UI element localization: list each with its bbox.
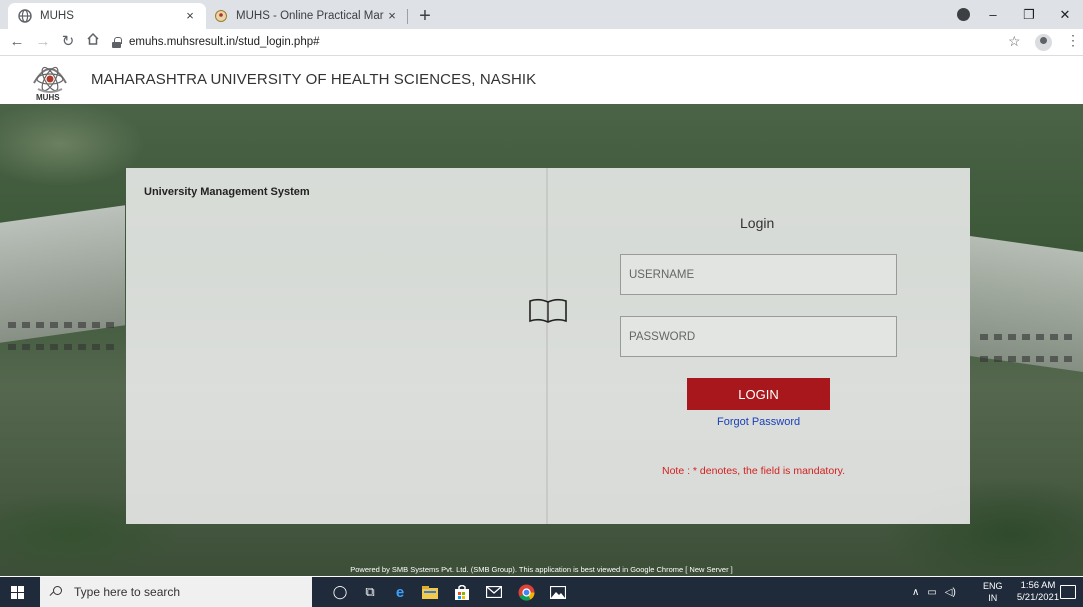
cortana-icon[interactable]: ◯ (330, 582, 350, 602)
bookmark-star-icon[interactable]: ☆ (1008, 33, 1021, 50)
building-right (970, 236, 1083, 372)
url-text: emuhs.muhsresult.in/stud_login.php# (129, 36, 320, 48)
forward-arrow-icon[interactable]: → (32, 31, 54, 53)
chrome-profile-icon[interactable] (957, 8, 970, 21)
edge-icon[interactable]: e (390, 582, 410, 602)
windows-start-icon[interactable] (11, 586, 24, 599)
username-input[interactable] (620, 254, 897, 295)
building-windows (980, 356, 1075, 362)
tab-muhs[interactable]: MUHS × (8, 3, 206, 29)
volume-icon[interactable]: ◁) (945, 587, 956, 598)
store-icon[interactable] (452, 582, 472, 602)
maximize-button[interactable]: ❐ (1011, 7, 1047, 23)
powered-by-text: Powered by SMB Systems Pvt. Ltd. (SMB Gr… (350, 565, 733, 574)
system-name: University Management System (144, 186, 310, 198)
password-input[interactable] (620, 316, 897, 357)
chrome-icon[interactable] (516, 582, 536, 602)
language-code: ENG (983, 581, 1003, 591)
building-windows (8, 344, 118, 350)
home-icon[interactable] (82, 31, 104, 53)
taskbar-search[interactable]: Type here to search (40, 577, 312, 607)
more-menu-icon[interactable]: ⋮ (1066, 32, 1080, 49)
browser-tab-strip: MUHS × MUHS - Online Practical Marks S ×… (0, 0, 1083, 29)
windows-taskbar: Type here to search ◯ ⧉ e ∧ ▭ ◁) ENG IN … (0, 577, 1083, 607)
login-heading: Login (740, 215, 775, 231)
login-button[interactable]: LOGIN (687, 378, 830, 410)
file-explorer-icon[interactable] (420, 582, 440, 602)
language-indicator[interactable]: ENG IN (983, 580, 1003, 604)
tab-online-practical-marks[interactable]: MUHS - Online Practical Marks S × (208, 3, 408, 29)
system-tray: ∧ ▭ ◁) (912, 577, 956, 607)
muhs-favicon-icon (214, 9, 228, 23)
site-title: MAHARASHTRA UNIVERSITY OF HEALTH SCIENCE… (91, 71, 537, 88)
account-icon[interactable] (1035, 34, 1052, 51)
close-tab-icon[interactable]: × (182, 8, 198, 24)
chevron-up-icon[interactable]: ∧ (912, 587, 919, 598)
mail-icon[interactable] (484, 582, 504, 602)
task-view-icon[interactable]: ⧉ (360, 582, 380, 602)
close-window-button[interactable]: ✕ (1047, 7, 1083, 23)
logo-text: MUHS (36, 93, 60, 102)
minimize-button[interactable]: – (975, 7, 1011, 22)
photos-icon[interactable] (548, 582, 568, 602)
region-code: IN (988, 593, 998, 603)
address-bar[interactable]: emuhs.muhsresult.in/stud_login.php# (112, 31, 992, 53)
book-icon (528, 298, 568, 324)
lock-icon[interactable] (112, 36, 122, 48)
notification-center-icon[interactable] (1060, 585, 1076, 599)
clock-date: 5/21/2021 (1016, 592, 1060, 603)
reload-icon[interactable]: ↻ (57, 31, 79, 53)
tab-title: MUHS - Online Practical Marks S (236, 10, 384, 22)
building-windows (980, 334, 1075, 340)
window-controls: – ❐ ✕ (975, 0, 1083, 29)
clock-time: 1:56 AM (1020, 580, 1056, 591)
tab-separator (407, 9, 408, 24)
browser-toolbar: ← → ↻ emuhs.muhsresult.in/stud_login.php… (0, 29, 1083, 56)
search-placeholder: Type here to search (74, 585, 181, 599)
building-windows (8, 322, 118, 328)
tab-title: MUHS (40, 10, 74, 22)
forgot-password-link[interactable]: Forgot Password (717, 416, 800, 428)
site-header: MUHS MAHARASHTRA UNIVERSITY OF HEALTH SC… (0, 57, 1083, 104)
search-icon (50, 586, 62, 598)
mandatory-note: Note : * denotes, the field is mandatory… (662, 465, 846, 477)
network-icon[interactable]: ▭ (927, 587, 936, 598)
back-arrow-icon[interactable]: ← (6, 31, 28, 53)
globe-icon (18, 9, 32, 23)
close-tab-icon[interactable]: × (384, 8, 400, 24)
panel-divider (546, 168, 548, 524)
taskbar-clock[interactable]: 1:56 AM 5/21/2021 (1016, 580, 1060, 604)
new-tab-button[interactable]: + (414, 5, 436, 27)
